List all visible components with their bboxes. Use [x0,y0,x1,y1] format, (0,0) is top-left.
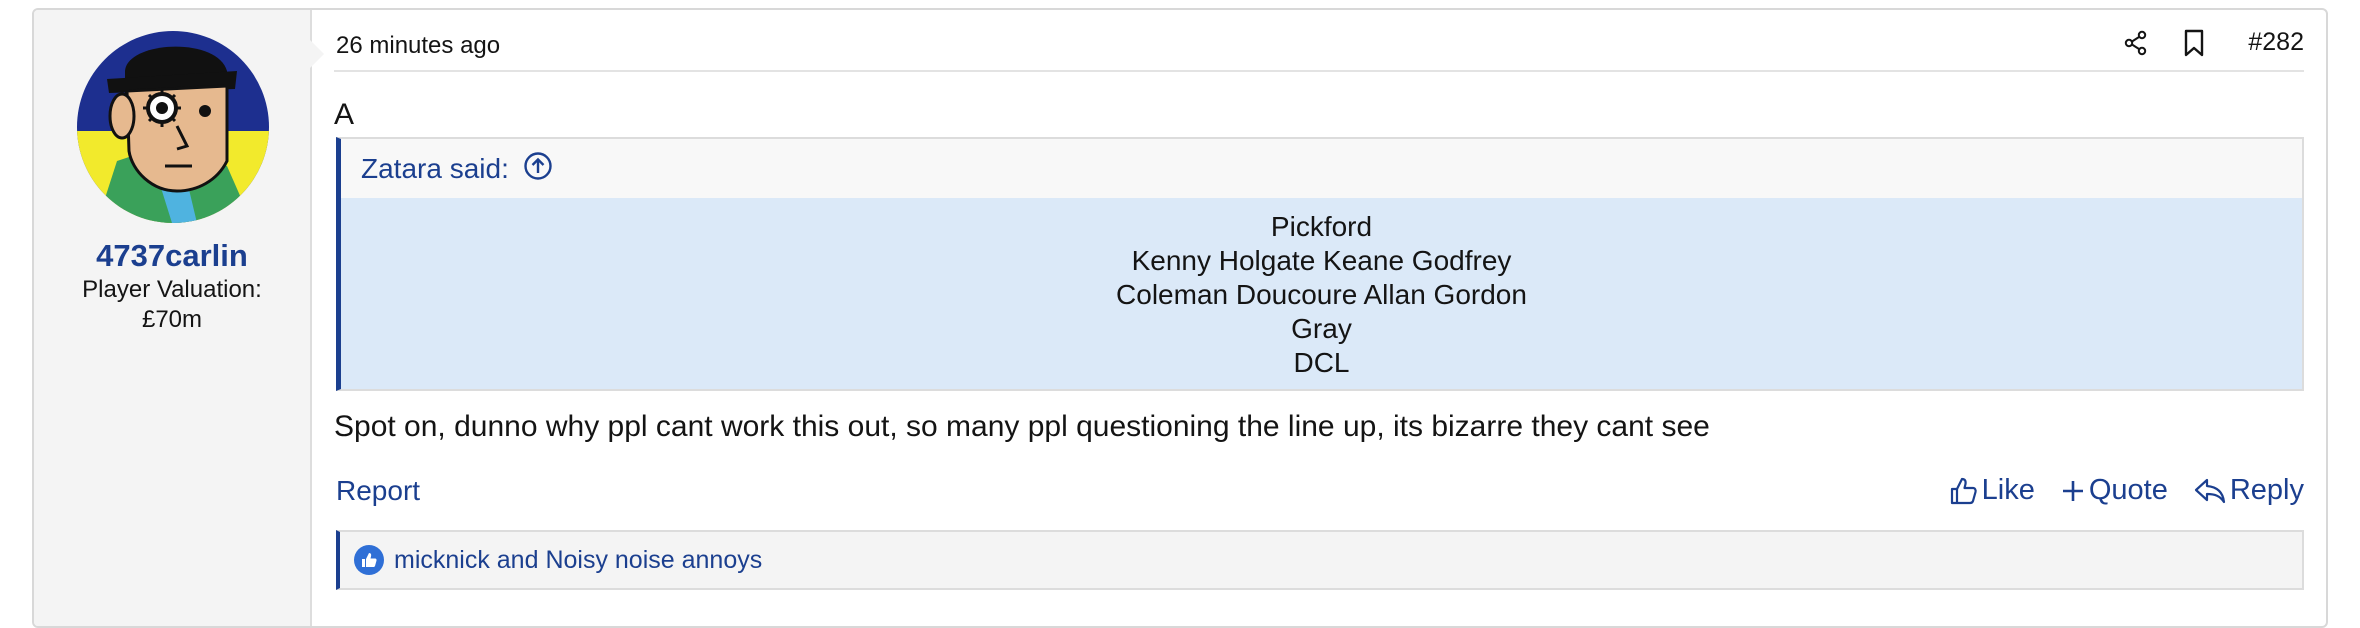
plus-icon [2062,480,2083,501]
quote-header[interactable]: Zatara said: [341,139,2302,198]
avatar-image [77,31,269,223]
quote-line: Kenny Holgate Keane Godfrey [1131,245,1512,276]
quote-button[interactable]: Quote [2061,474,2168,507]
reaction-users[interactable]: micknick and Noisy noise annoys [394,546,762,575]
user-title: Player Valuation: £70m [34,275,310,335]
reply-button[interactable]: Reply [2194,474,2304,507]
username[interactable]: 4737carlin [34,238,310,274]
forum-post: 4737carlin Player Valuation: £70m 26 min… [32,8,2328,628]
user-arrow [310,40,324,68]
quote-line: Coleman Doucoure Allan Gordon [1116,279,1527,310]
reply-label: Reply [2229,474,2304,506]
user-title-line1: Player Valuation: [82,276,262,303]
share-icon[interactable] [2122,29,2150,57]
thumbs-up-icon [1950,477,1977,504]
like-button[interactable]: Like [1948,474,2035,507]
post-timestamp[interactable]: 26 minutes ago [336,32,500,60]
report-link[interactable]: Report [336,475,420,507]
post-main: 26 minutes ago #282 A Zatara said: Pickf… [334,10,2304,626]
quote-line: Gray [1291,313,1352,344]
arrow-up-circle-icon[interactable] [523,151,553,186]
quote-label: Quote [2088,474,2168,506]
post-header-actions: #282 [2122,28,2304,57]
quote-author[interactable]: Zatara said: [361,153,509,185]
user-title-line2: £70m [141,306,203,333]
quote-body: Pickford Kenny Holgate Keane Godfrey Col… [341,198,2302,389]
post-body-top: A [334,98,355,131]
quote-block: Zatara said: Pickford Kenny Holgate Kean… [336,137,2304,391]
post-reply-text: Spot on, dunno why ppl cant work this ou… [334,410,1710,443]
post-actions: Like Quote Reply [1948,474,2304,507]
post-header: 26 minutes ago #282 [334,10,2304,72]
avatar[interactable] [77,31,269,223]
thumbs-up-badge-icon [354,545,384,575]
quote-line: DCL [1293,347,1350,378]
like-label: Like [1981,474,2035,506]
reply-icon [2194,478,2225,503]
reactions-bar[interactable]: micknick and Noisy noise annoys [336,530,2304,590]
bookmark-icon[interactable] [2180,29,2208,57]
quote-line: Pickford [1270,211,1373,242]
post-number[interactable]: #282 [2248,28,2304,57]
user-sidebar: 4737carlin Player Valuation: £70m [34,10,312,626]
